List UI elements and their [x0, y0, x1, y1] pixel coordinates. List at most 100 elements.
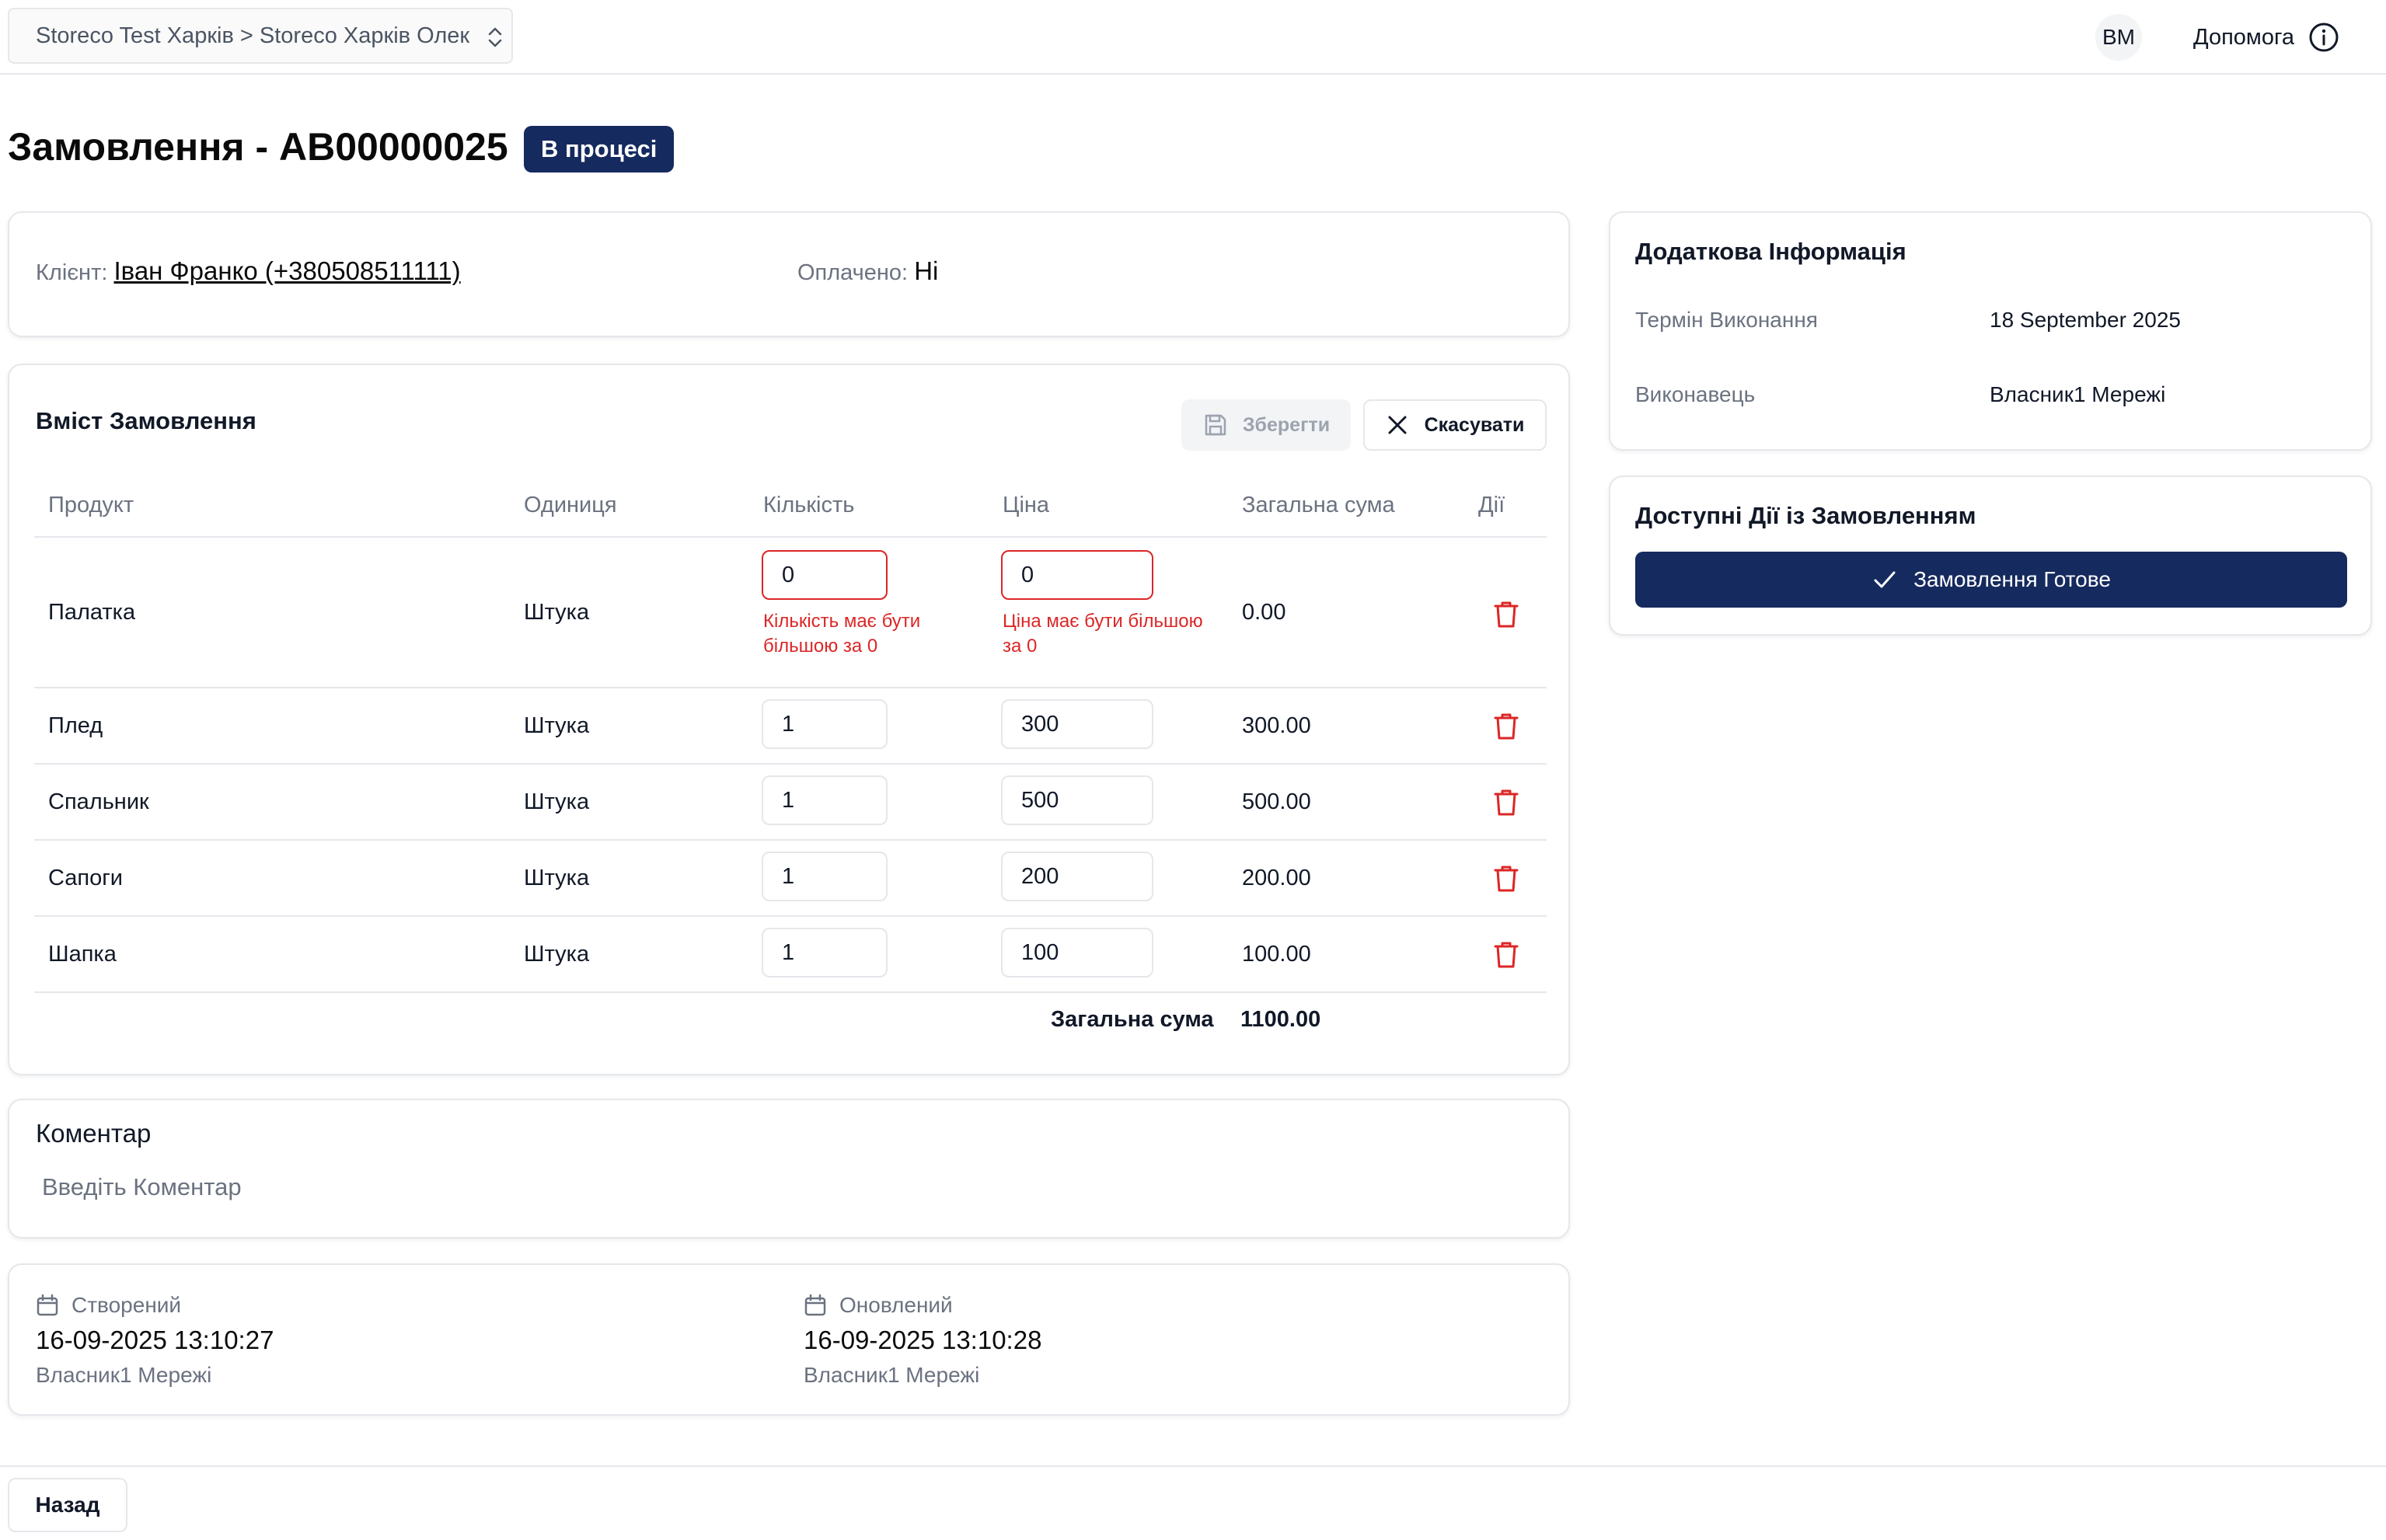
table-divider: [34, 839, 1547, 841]
save-label: Зберегти: [1242, 413, 1331, 436]
price-value: 300: [1021, 711, 1059, 737]
comment-card: Коментар Введіть Коментар: [8, 1099, 1570, 1239]
column-header-product: Продукт: [48, 493, 134, 517]
order-ready-button[interactable]: Замовлення Готове: [1635, 552, 2347, 608]
info-icon: [2309, 23, 2339, 52]
product-name: Палатка: [48, 600, 136, 625]
table-divider: [34, 763, 1547, 765]
column-header-actions: Дії: [1478, 493, 1505, 517]
row-total: 500.00: [1242, 789, 1311, 814]
product-name: Спальник: [48, 789, 149, 814]
created-info: Створений 16-09-2025 13:10:27 Власник1 М…: [36, 1290, 274, 1388]
column-header-unit: Одиниця: [524, 493, 617, 517]
client-card: Клієнт: Іван Франко (+380508511111) Опла…: [8, 211, 1570, 337]
unit-name: Штука: [524, 866, 590, 890]
avatar[interactable]: BM: [2095, 14, 2142, 61]
comment-input[interactable]: Введіть Коментар: [42, 1173, 242, 1201]
price-input[interactable]: 500: [1001, 775, 1153, 825]
trash-icon[interactable]: [1491, 786, 1522, 817]
order-content-title: Вміст Замовлення: [36, 407, 256, 434]
price-input[interactable]: 100: [1001, 928, 1153, 977]
quantity-input[interactable]: 1: [762, 928, 888, 977]
price-input[interactable]: 300: [1001, 699, 1153, 749]
updated-label: Оновлений: [839, 1293, 953, 1317]
quantity-input[interactable]: 1: [762, 699, 888, 749]
unit-name: Штука: [524, 713, 590, 738]
trash-icon[interactable]: [1491, 939, 1522, 970]
status-badge: В процесі: [524, 126, 675, 172]
table-divider: [34, 687, 1547, 688]
table-divider: [34, 991, 1547, 993]
cancel-button[interactable]: Скасувати: [1363, 399, 1547, 451]
client-field: Клієнт: Іван Франко (+380508511111): [36, 256, 461, 286]
store-selector[interactable]: Storeco Test Харків > Storeco Харків Оле…: [8, 8, 513, 64]
close-icon: [1388, 416, 1407, 434]
avatar-initials: BM: [2102, 25, 2135, 49]
comment-title: Коментар: [36, 1119, 152, 1148]
product-name: Плед: [48, 713, 103, 738]
price-input[interactable]: 200: [1001, 852, 1153, 901]
check-icon: [1874, 571, 1896, 588]
product-name: Шапка: [48, 942, 117, 967]
product-name: Сапоги: [48, 866, 124, 890]
created-label-row: Створений: [36, 1290, 274, 1321]
table-divider: [34, 536, 1547, 538]
grand-total-value: 1100.00: [1240, 1007, 1321, 1032]
footer-bar: Назад: [0, 1465, 2386, 1540]
price-error: Ціна має бути більшою за 0: [1003, 611, 1203, 657]
executor-value: Власник1 Мережі: [1990, 382, 2166, 406]
paid-value: Ні: [914, 256, 939, 285]
price-value: 100: [1021, 939, 1059, 965]
help-button[interactable]: Допомога: [2193, 19, 2339, 56]
additional-info-card: Додаткова Інформація Термін Виконання 18…: [1609, 211, 2372, 451]
trash-icon[interactable]: [1491, 710, 1522, 741]
deadline-value: 18 September 2025: [1990, 308, 2181, 332]
row-total: 300.00: [1242, 713, 1311, 738]
created-label: Створений: [72, 1293, 182, 1317]
quantity-input[interactable]: 1: [762, 775, 888, 825]
paid-field: Оплачено: Ні: [797, 256, 938, 286]
page-title: Замовлення - AB00000025: [8, 125, 508, 169]
quantity-error: Кількість має бути більшою за 0: [763, 611, 921, 657]
paid-label: Оплачено:: [797, 260, 909, 285]
order-content-card: Вміст Замовлення Зберегти Скасувати Прод…: [8, 364, 1570, 1075]
trash-icon[interactable]: [1491, 598, 1522, 629]
calendar-icon: [804, 1294, 826, 1316]
help-label: Допомога: [2193, 24, 2295, 50]
price-input[interactable]: 0: [1001, 550, 1153, 600]
row-total: 100.00: [1242, 942, 1311, 967]
unit-name: Штука: [524, 600, 590, 625]
quantity-input[interactable]: 1: [762, 852, 888, 901]
created-by: Власник1 Мережі: [36, 1363, 212, 1387]
client-link[interactable]: Іван Франко (+380508511111): [113, 256, 460, 285]
trash-icon[interactable]: [1491, 862, 1522, 894]
column-header-price: Ціна: [1003, 493, 1050, 517]
back-button[interactable]: Назад: [8, 1478, 127, 1532]
row-total: 0.00: [1242, 600, 1286, 625]
save-icon: [1205, 414, 1226, 436]
order-actions-card: Доступні Дії із Замовленням Замовлення Г…: [1609, 476, 2372, 636]
grand-total-label: Загальна сума: [1051, 1007, 1214, 1032]
quantity-value: 1: [782, 939, 795, 965]
calendar-icon: [37, 1294, 58, 1316]
updated-info: Оновлений 16-09-2025 13:10:28 Власник1 М…: [804, 1290, 1041, 1388]
column-header-total: Загальна сума: [1242, 493, 1395, 517]
unit-name: Штука: [524, 789, 590, 814]
updated-by: Власник1 Мережі: [804, 1363, 980, 1387]
unit-name: Штука: [524, 942, 590, 967]
quantity-value: 1: [782, 863, 795, 889]
timestamps-card: Створений 16-09-2025 13:10:27 Власник1 М…: [8, 1263, 1570, 1416]
updated-label-row: Оновлений: [804, 1290, 1041, 1321]
price-value: 500: [1021, 787, 1059, 813]
additional-info-title: Додаткова Інформація: [1635, 238, 1906, 265]
order-ready-label: Замовлення Готове: [1913, 567, 2111, 591]
quantity-value: 1: [782, 787, 795, 813]
quantity-value: 1: [782, 711, 795, 737]
back-label: Назад: [35, 1493, 100, 1517]
client-label: Клієнт:: [36, 260, 108, 285]
price-value: 200: [1021, 863, 1059, 889]
save-button[interactable]: Зберегти: [1181, 399, 1351, 451]
quantity-input[interactable]: 0: [762, 550, 888, 600]
executor-label: Виконавець: [1635, 382, 1756, 406]
row-total: 200.00: [1242, 866, 1311, 890]
